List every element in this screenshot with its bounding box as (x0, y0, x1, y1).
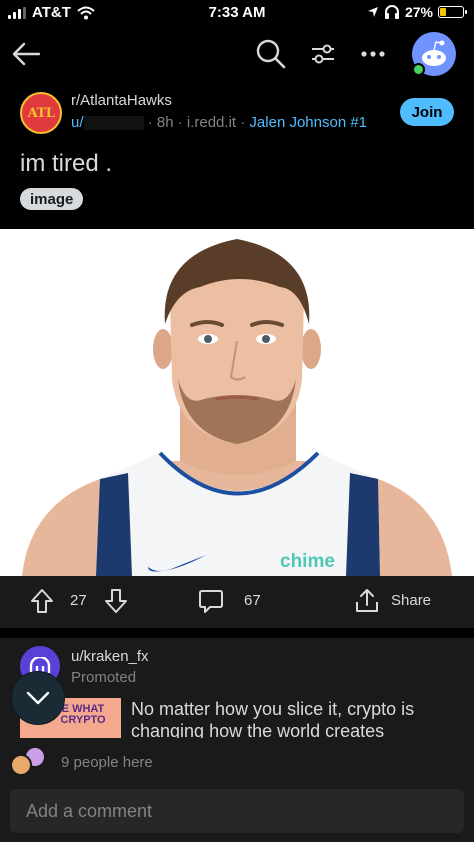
jersey-sponsor-text: chime (280, 551, 335, 572)
comments-button[interactable] (198, 588, 224, 614)
post-action-bar: 27 67 Share (0, 576, 474, 628)
back-button[interactable] (8, 36, 44, 72)
promo-headline[interactable]: No matter how you slice it, crypto is ch… (131, 698, 461, 738)
search-icon (256, 39, 286, 69)
post-tag: image (20, 188, 84, 210)
presence-avatar (10, 754, 32, 776)
share-button[interactable] (354, 588, 380, 614)
presence-count: 9 people here (61, 754, 153, 771)
back-arrow-icon (12, 42, 41, 66)
post-header: ATL r/AtlantaHawks u/ · 8h · i.redd.it ·… (0, 86, 474, 146)
presence-bar: 9 people here (0, 738, 474, 786)
downvote-icon (105, 589, 127, 613)
presence-avatars (10, 746, 54, 776)
comment-bar: Add a comment (0, 786, 474, 842)
vote-count: 27 (70, 592, 87, 609)
downvote-button[interactable] (104, 588, 128, 614)
post-age: · 8h · (147, 114, 183, 131)
online-status-indicator (412, 63, 425, 76)
top-nav-bar (0, 30, 474, 78)
post-title: im tired . (20, 150, 113, 177)
battery-percent: 27% (404, 4, 433, 20)
upvote-button[interactable] (30, 588, 54, 614)
promoted-post[interactable]: u/kraken_fx Promoted E WHAT CRYPTO No ma… (0, 638, 474, 738)
sort-filter-button[interactable] (306, 36, 340, 72)
search-button[interactable] (252, 34, 290, 74)
upvote-icon (31, 589, 53, 613)
comment-icon (199, 590, 223, 613)
subreddit-icon-text: ATL (27, 105, 55, 121)
user-flair: Jalen Johnson #1 (249, 114, 368, 131)
more-icon (361, 51, 385, 57)
filter-icon (312, 44, 334, 64)
status-right: 27% (367, 4, 467, 20)
battery-icon (438, 6, 467, 18)
share-icon (356, 589, 378, 612)
subreddit-name[interactable]: r/AtlantaHawks (71, 92, 172, 109)
collapse-button[interactable] (12, 672, 64, 724)
player-photo (22, 239, 452, 576)
location-icon (367, 7, 378, 17)
add-comment-input[interactable]: Add a comment (10, 789, 464, 833)
section-gap (0, 628, 474, 638)
share-label[interactable]: Share (391, 592, 431, 609)
promoter-username[interactable]: u/kraken_fx (71, 648, 149, 665)
join-button[interactable]: Join (400, 98, 454, 126)
author-prefix: u/ (71, 114, 84, 131)
headphones-icon (384, 5, 399, 19)
promoted-label: Promoted (71, 669, 137, 686)
author-link[interactable]: u/ (71, 114, 144, 131)
meta-separator: · (240, 114, 246, 131)
battery-fill (440, 8, 446, 16)
redacted-username (83, 116, 144, 131)
post-image[interactable]: chime (0, 229, 474, 576)
post-meta: u/ · 8h · i.redd.it · Jalen Johnson #1 (71, 114, 367, 131)
user-avatar[interactable] (412, 32, 456, 76)
more-options-button[interactable] (356, 36, 390, 72)
subreddit-icon[interactable]: ATL (20, 92, 62, 134)
chevron-down-icon (26, 691, 50, 705)
status-bar: AT&T 7:33 AM 27% (0, 0, 474, 26)
post-domain[interactable]: i.redd.it (187, 114, 236, 131)
comment-count: 67 (244, 592, 261, 609)
